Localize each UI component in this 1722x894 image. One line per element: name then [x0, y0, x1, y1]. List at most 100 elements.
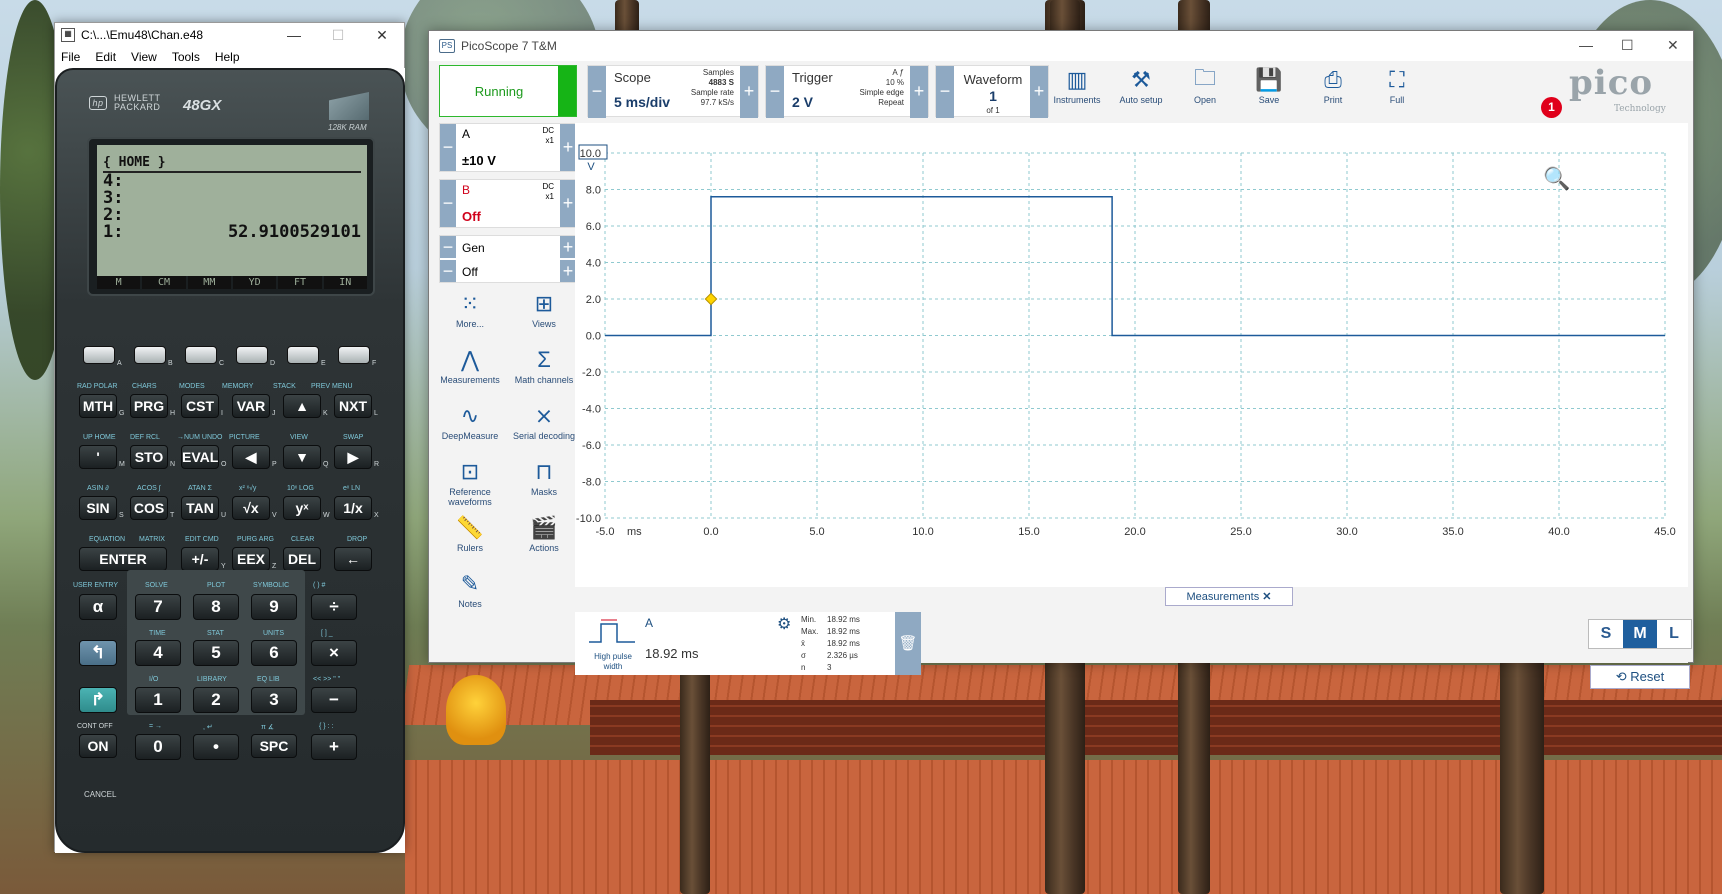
waveform-previous-button[interactable]: − — [936, 66, 954, 118]
key-9[interactable]: 9 — [251, 594, 297, 620]
channel-b-range-increase[interactable]: + — [560, 180, 576, 227]
key-prg[interactable]: PRG — [130, 394, 168, 418]
key-plus[interactable]: + — [311, 734, 357, 760]
run-stop-button[interactable]: Running — [439, 65, 577, 117]
key-minus[interactable]: − — [311, 687, 357, 713]
delete-measurement-button[interactable]: 🗑 — [895, 612, 921, 675]
key-var[interactable]: VAR — [232, 394, 270, 418]
open-button[interactable]: 🗀 Open — [1177, 65, 1233, 105]
zoom-icon[interactable]: 🔍 — [1543, 164, 1570, 191]
key-left-arrow[interactable]: ◀ — [232, 445, 270, 469]
key-space[interactable]: SPC — [251, 734, 297, 758]
measurements-button[interactable]: ⋀ Measurements — [433, 345, 507, 385]
trigger-level-value[interactable]: 2 V — [792, 94, 813, 110]
key-down-arrow[interactable]: ▼ — [283, 445, 321, 469]
close-tab-icon[interactable]: ✕ — [1262, 591, 1271, 603]
key-multiply[interactable]: × — [311, 640, 357, 666]
key-sqrt[interactable]: √x — [232, 496, 270, 520]
key-divide[interactable]: ÷ — [311, 594, 357, 620]
key-4[interactable]: 4 — [135, 640, 181, 666]
title-bar[interactable]: ▦ C:\...\Emu48\Chan.e48 — ☐ ✕ — [55, 23, 404, 47]
menu-file[interactable]: File — [61, 50, 80, 64]
key-power[interactable]: yˣ — [283, 496, 321, 520]
channel-b-range-decrease[interactable]: − — [440, 180, 456, 227]
key-sin[interactable]: SIN — [79, 496, 117, 520]
key-mth[interactable]: MTH — [79, 394, 117, 418]
key-6[interactable]: 6 — [251, 640, 297, 666]
key-decimal[interactable]: • — [193, 734, 239, 760]
rulers-button[interactable]: 📏 Rulers — [433, 513, 507, 553]
views-button[interactable]: ⊞ Views — [507, 289, 581, 329]
more-button[interactable]: ⁙ More... — [433, 289, 507, 329]
key-2[interactable]: 2 — [193, 687, 239, 713]
softkey-a[interactable] — [83, 346, 115, 364]
key-on[interactable]: ON — [79, 734, 117, 758]
actions-button[interactable]: 🎬 Actions — [507, 513, 581, 553]
key-tan[interactable]: TAN — [181, 496, 219, 520]
channel-b-panel[interactable]: − B Off DC x1 + — [439, 179, 577, 228]
timebase-increase-button[interactable]: + — [740, 66, 758, 118]
measurement-card[interactable]: A High pulse width 18.92 ms ⚙ Min. 18.92 … — [575, 612, 895, 675]
channel-a-range-decrease[interactable]: − — [440, 124, 456, 171]
menu-edit[interactable]: Edit — [95, 50, 116, 64]
close-icon[interactable]: ✕ — [360, 27, 404, 44]
scope-chart-svg[interactable]: -5.0 0.0 5.0 10.0 15.0 20.0 25.0 30.0 35.0 40.0 45… — [575, 123, 1688, 588]
math-channels-button[interactable]: Σ Math channels — [507, 345, 581, 385]
key-inverse[interactable]: 1/x — [334, 496, 372, 520]
waveform-index[interactable]: 1 — [962, 88, 1024, 104]
menu-tools[interactable]: Tools — [172, 50, 200, 64]
reset-button[interactable]: ⟲ Reset — [1590, 665, 1690, 689]
minimize-icon[interactable]: — — [272, 27, 316, 43]
save-button[interactable]: 💾 Save — [1241, 65, 1297, 105]
signal-generator-panel[interactable]: − − Gen Off + + — [439, 235, 577, 283]
masks-button[interactable]: ⊓ Masks — [507, 457, 581, 497]
settings-gear-icon[interactable]: ⚙ — [777, 614, 791, 634]
size-s-button[interactable]: S — [1589, 620, 1623, 648]
reference-waveforms-button[interactable]: ⊡ Reference waveforms — [433, 457, 507, 507]
notes-button[interactable]: ✎ Notes — [433, 569, 507, 609]
scope-plot[interactable]: -5.0 0.0 5.0 10.0 15.0 20.0 25.0 30.0 35.0 40.0 45… — [575, 123, 1688, 588]
title-bar[interactable]: PS PicoScope 7 T&M — ☐ ✕ — [429, 31, 1693, 61]
gen-increase[interactable]: + — [560, 236, 576, 258]
key-del[interactable]: DEL — [283, 547, 321, 571]
softkey-b[interactable] — [134, 346, 166, 364]
close-icon[interactable]: ✕ — [1667, 37, 1679, 54]
key-right-shift[interactable]: ↱ — [79, 687, 117, 713]
key-8[interactable]: 8 — [193, 594, 239, 620]
key-right-arrow[interactable]: ▶ — [334, 445, 372, 469]
menu-help[interactable]: Help — [215, 50, 240, 64]
softkey-e[interactable] — [287, 346, 319, 364]
key-backspace[interactable]: ← — [334, 547, 372, 571]
maximize-icon[interactable]: ☐ — [1621, 37, 1634, 54]
gen-state-decrease[interactable]: − — [440, 260, 456, 282]
key-sto[interactable]: STO — [130, 445, 168, 469]
maximize-icon[interactable]: ☐ — [316, 27, 360, 44]
key-nxt[interactable]: NXT — [334, 394, 372, 418]
key-cos[interactable]: COS — [130, 496, 168, 520]
key-eval[interactable]: EVAL — [181, 445, 219, 469]
minimize-icon[interactable]: — — [1579, 37, 1593, 53]
trigger-marker[interactable] — [704, 292, 718, 306]
key-left-shift[interactable]: ↰ — [79, 640, 117, 666]
auto-setup-button[interactable]: ⚒ Auto setup — [1113, 65, 1169, 105]
key-enter[interactable]: ENTER — [79, 547, 167, 571]
softkey-c[interactable] — [185, 346, 217, 364]
key-cst[interactable]: CST — [181, 394, 219, 418]
softkey-d[interactable] — [236, 346, 268, 364]
key-change-sign[interactable]: +/- — [181, 547, 219, 571]
key-1[interactable]: 1 — [135, 687, 181, 713]
timebase-decrease-button[interactable]: − — [588, 66, 606, 118]
size-m-button[interactable]: M — [1623, 620, 1657, 648]
key-eex[interactable]: EEX — [232, 547, 270, 571]
fullscreen-button[interactable]: ⛶ Full — [1369, 65, 1425, 105]
serial-decoding-button[interactable]: ⨯ Serial decoding — [507, 401, 581, 441]
gen-decrease[interactable]: − — [440, 236, 456, 258]
key-0[interactable]: 0 — [135, 734, 181, 760]
measurements-tab[interactable]: Measurements ✕ — [1165, 587, 1293, 606]
deepmeasure-button[interactable]: ∿ DeepMeasure — [433, 401, 507, 441]
trigger-decrease-button[interactable]: − — [766, 66, 784, 118]
size-l-button[interactable]: L — [1657, 620, 1691, 648]
notification-badge[interactable]: 1 — [1541, 97, 1562, 118]
key-7[interactable]: 7 — [135, 594, 181, 620]
key-alpha[interactable]: α — [79, 594, 117, 620]
